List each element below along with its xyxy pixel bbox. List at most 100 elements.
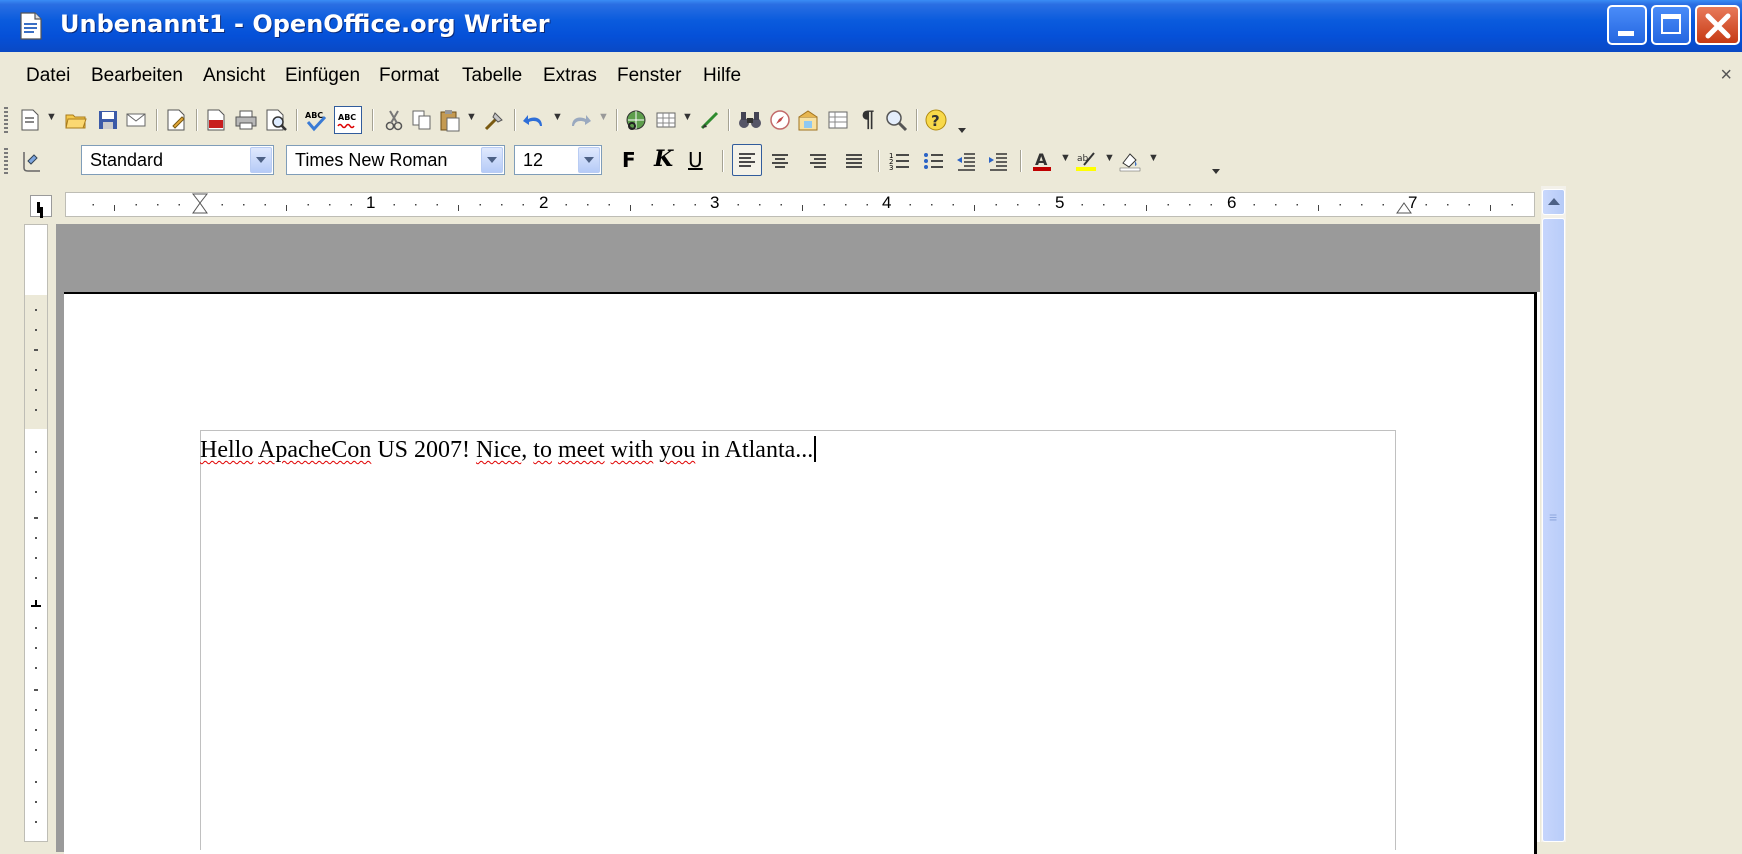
align-left-button[interactable] <box>732 144 762 176</box>
vertical-scrollbar[interactable] <box>1541 186 1566 842</box>
text-run[interactable]: in Atlanta... <box>695 437 813 463</box>
font-name-select[interactable]: Times New Roman <box>286 145 505 175</box>
chevron-down-icon[interactable]: ▼ <box>1104 152 1115 164</box>
chevron-down-icon[interactable]: ▼ <box>466 111 477 123</box>
save-icon[interactable] <box>96 108 120 132</box>
copy-icon[interactable] <box>410 108 434 132</box>
menu-fenster[interactable]: Fenster <box>617 65 681 87</box>
scroll-up-button[interactable] <box>1542 189 1565 215</box>
font-color-icon[interactable]: A <box>1030 149 1054 173</box>
italic-button[interactable]: K <box>654 146 673 172</box>
misspelled-word[interactable]: meet <box>558 437 605 463</box>
styles-formatting-icon[interactable] <box>20 149 44 173</box>
menu-bar: Datei Bearbeiten Ansicht Einfügen Format… <box>0 60 1742 92</box>
data-sources-icon[interactable] <box>826 108 850 132</box>
table-icon[interactable] <box>654 108 678 132</box>
ruler-tick <box>415 204 417 206</box>
underline-button[interactable]: U <box>688 148 703 172</box>
misspelled-word[interactable]: with <box>611 437 654 463</box>
document-paragraph[interactable]: Hello ApacheCon US 2007! Nice, to meet w… <box>200 437 813 463</box>
maximize-button[interactable] <box>1651 5 1691 45</box>
show-draw-functions-icon[interactable] <box>698 108 722 132</box>
toolbar-grip[interactable] <box>4 107 8 133</box>
scroll-thumb[interactable] <box>1542 218 1565 842</box>
toolbar-overflow-icon[interactable] <box>1212 162 1220 174</box>
clone-formatting-icon[interactable] <box>482 108 506 132</box>
menu-einfuegen[interactable]: Einfügen <box>285 65 360 87</box>
print-icon[interactable] <box>234 108 258 132</box>
close-document-icon[interactable]: × <box>1720 64 1732 87</box>
text-boundary <box>200 430 1396 850</box>
vertical-ruler[interactable] <box>24 224 48 842</box>
paste-icon[interactable] <box>438 108 462 132</box>
cut-icon[interactable] <box>382 108 406 132</box>
new-document-icon[interactable] <box>18 108 42 132</box>
horizontal-ruler[interactable]: 1 2 3 4 5 6 7 <box>65 192 1535 217</box>
increase-indent-icon[interactable] <box>986 149 1010 173</box>
close-button[interactable] <box>1695 5 1740 45</box>
navigator-icon[interactable] <box>768 108 792 132</box>
writer-app-icon[interactable] <box>18 11 44 41</box>
find-replace-icon[interactable] <box>738 108 762 132</box>
font-size-select[interactable]: 12 <box>514 145 602 175</box>
minimize-button[interactable] <box>1607 5 1647 45</box>
chevron-down-icon[interactable]: ▼ <box>46 111 57 123</box>
misspelled-word[interactable]: Hello <box>200 437 253 463</box>
toolbar-overflow-icon[interactable] <box>958 121 966 133</box>
email-icon[interactable] <box>124 108 148 132</box>
formatting-marks-icon[interactable]: ¶ <box>856 108 880 132</box>
misspelled-word[interactable]: ApacheCon <box>258 437 371 463</box>
align-right-button[interactable] <box>806 149 830 173</box>
ruler-tick <box>1103 204 1105 206</box>
hyperlink-icon[interactable] <box>624 108 648 132</box>
menu-format[interactable]: Format <box>379 65 439 87</box>
highlighting-icon[interactable]: ab <box>1074 149 1098 173</box>
export-pdf-icon[interactable] <box>204 108 228 132</box>
spellcheck-icon[interactable]: ABC <box>304 108 328 132</box>
right-indent-marker-icon[interactable] <box>1394 193 1414 215</box>
chevron-down-icon[interactable] <box>578 147 600 173</box>
left-indent-marker-icon[interactable] <box>190 193 210 215</box>
menu-datei[interactable]: Datei <box>26 65 70 87</box>
text-run[interactable]: US 2007! <box>371 437 476 463</box>
menu-hilfe[interactable]: Hilfe <box>703 65 741 87</box>
open-folder-icon[interactable] <box>64 108 88 132</box>
page-preview-icon[interactable] <box>264 108 288 132</box>
paragraph-style-select[interactable]: Standard <box>81 145 274 175</box>
chevron-down-icon[interactable]: ▼ <box>598 111 609 123</box>
misspelled-word[interactable]: to <box>533 437 552 463</box>
zoom-icon[interactable] <box>884 108 908 132</box>
title-bar[interactable]: Unbenannt1 - OpenOffice.org Writer <box>0 0 1742 52</box>
chevron-down-icon[interactable] <box>481 147 503 173</box>
chevron-down-icon[interactable]: ▼ <box>552 111 563 123</box>
background-color-icon[interactable] <box>1118 149 1142 173</box>
gallery-icon[interactable] <box>796 108 820 132</box>
undo-icon[interactable] <box>522 108 546 132</box>
tab-stop-selector[interactable] <box>30 195 52 217</box>
menu-tabelle[interactable]: Tabelle <box>462 65 522 87</box>
bullets-icon[interactable] <box>922 149 946 173</box>
align-center-button[interactable] <box>768 149 792 173</box>
bold-button[interactable]: F <box>622 148 636 172</box>
toolbar-separator <box>514 109 516 131</box>
ruler-tick <box>780 204 782 206</box>
document-text[interactable]: Hello ApacheCon US 2007! Nice, to meet w… <box>200 436 817 464</box>
text-run[interactable]: , <box>521 437 533 463</box>
edit-file-icon[interactable] <box>164 108 188 132</box>
chevron-down-icon[interactable] <box>250 147 272 173</box>
numbering-icon[interactable]: 123 <box>888 149 912 173</box>
misspelled-word[interactable]: you <box>659 437 695 463</box>
chevron-down-icon[interactable]: ▼ <box>682 111 693 123</box>
toolbar-grip[interactable] <box>4 148 8 174</box>
menu-bearbeiten[interactable]: Bearbeiten <box>91 65 183 87</box>
menu-ansicht[interactable]: Ansicht <box>203 65 265 87</box>
help-icon[interactable]: ? <box>924 108 948 132</box>
redo-icon[interactable] <box>568 108 592 132</box>
chevron-down-icon[interactable]: ▼ <box>1148 152 1159 164</box>
misspelled-word[interactable]: Nice <box>476 437 521 463</box>
menu-extras[interactable]: Extras <box>543 65 597 87</box>
chevron-down-icon[interactable]: ▼ <box>1060 152 1071 164</box>
decrease-indent-icon[interactable] <box>954 149 978 173</box>
autospellcheck-icon[interactable]: ABC <box>334 106 362 134</box>
justify-button[interactable] <box>842 149 866 173</box>
